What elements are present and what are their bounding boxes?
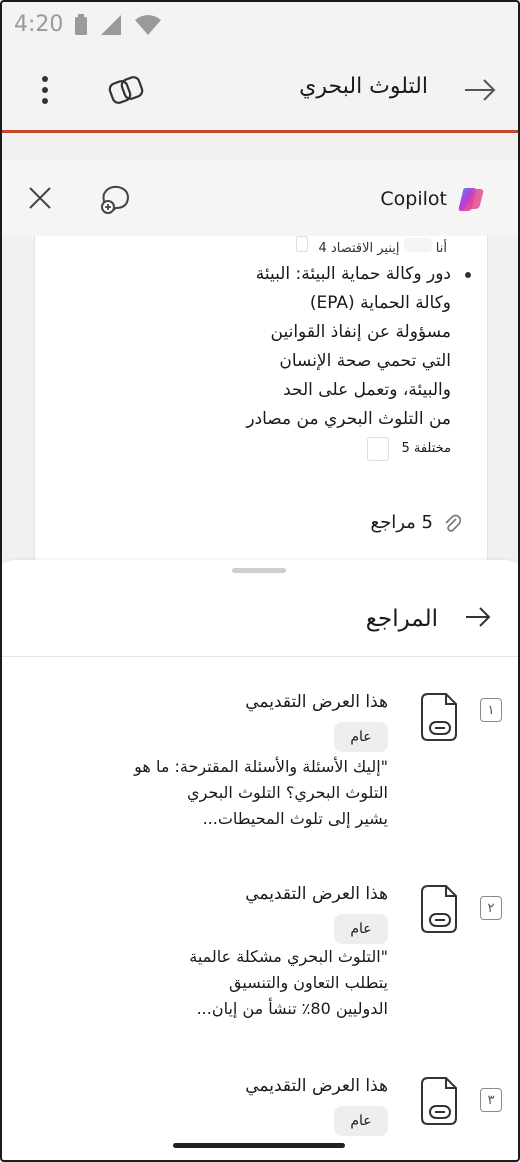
- close-icon: [29, 187, 51, 209]
- bullet-item: دور وكالة حماية البيئة: البيئة وكالة الح…: [191, 260, 471, 464]
- sensitivity-badge: عام: [334, 914, 388, 944]
- status-bar: 4:20: [0, 0, 520, 52]
- copilot-outline-icon: [108, 76, 144, 104]
- sensitivity-badge: عام: [334, 1106, 388, 1136]
- new-chat-icon: [101, 185, 130, 214]
- citation-chip[interactable]: [367, 436, 390, 461]
- snippet-line: التلوث البحري؟ التلوث البحري: [187, 783, 388, 802]
- redacted-block: [403, 238, 432, 252]
- drag-handle[interactable]: [232, 568, 286, 573]
- copilot-label: Copilot: [380, 188, 447, 210]
- bullet-line: دور وكالة حماية البيئة: البيئة: [255, 264, 451, 284]
- copilot-response-card: أنا إينير الاقتصاد 4 دور وكالة حماية الب…: [34, 236, 488, 566]
- partial-text: إينير الاقتصاد 4: [318, 241, 400, 256]
- bullet-dot: [465, 272, 471, 278]
- copilot-brand: Copilot: [380, 186, 485, 212]
- more-vertical-icon: [42, 76, 48, 104]
- reference-item[interactable]: ٢ هذا العرض التقديمي عام "التلوث البحري …: [0, 884, 520, 1034]
- partial-prefix: أنا: [435, 241, 447, 256]
- snippet-line: يشير إلى تلوث المحيطات...: [202, 809, 388, 828]
- reference-title: هذا العرض التقديمي: [245, 1076, 388, 1096]
- back-button[interactable]: [460, 72, 500, 108]
- home-indicator[interactable]: [173, 1143, 345, 1148]
- document-link-icon: [418, 1076, 460, 1132]
- bullet-line: وكالة الحماية (EPA): [309, 293, 451, 313]
- reference-item[interactable]: ٣ هذا العرض التقديمي عام: [0, 1076, 520, 1146]
- citation-chip[interactable]: [296, 236, 309, 252]
- reference-snippet: "التلوث البحري مشكلة عالمية يتطلب التعاو…: [68, 944, 388, 1022]
- bullet-line: والبيئة، وتعمل على الحد: [283, 380, 451, 400]
- document-link-icon: [418, 884, 460, 940]
- reference-title: هذا العرض التقديمي: [245, 884, 388, 904]
- sheet-title: المراجع: [365, 606, 438, 632]
- new-chat-button[interactable]: [96, 180, 134, 218]
- divider: [0, 656, 520, 657]
- copilot-logo-icon: [458, 188, 484, 211]
- bullet-last: مختلفة 5: [401, 441, 451, 456]
- document-title: التلوث البحري: [299, 74, 428, 99]
- snippet-line: يتطلب التعاون والتنسيق: [229, 973, 388, 992]
- snippet-line: الدوليين 80٪ تنشأ من إيان...: [196, 999, 388, 1018]
- paperclip-icon: [445, 514, 461, 532]
- snippet-line: "إليك الأسئلة والأسئلة المقترحة: ما هو: [134, 757, 388, 776]
- signal-icon: [100, 14, 122, 40]
- partial-line: أنا إينير الاقتصاد 4: [296, 236, 447, 256]
- arrow-right-icon: [466, 607, 491, 627]
- reference-item[interactable]: ١ هذا العرض التقديمي عام "إليك الأسئلة و…: [0, 692, 520, 862]
- sensitivity-badge: عام: [334, 722, 388, 752]
- copilot-app-button[interactable]: [104, 68, 148, 112]
- sheet-back-button[interactable]: [460, 602, 496, 632]
- status-icons: [74, 14, 162, 40]
- arrow-right-icon: [465, 79, 496, 101]
- reference-number: ٣: [480, 1088, 502, 1112]
- status-time: 4:20: [14, 12, 64, 37]
- reference-snippet: "إليك الأسئلة والأسئلة المقترحة: ما هو ا…: [68, 754, 388, 832]
- references-count: 5 مراجع: [370, 512, 433, 533]
- reference-title: هذا العرض التقديمي: [245, 692, 388, 712]
- app-bar: التلوث البحري: [0, 52, 520, 133]
- copilot-header: Copilot: [0, 160, 520, 236]
- document-link-icon: [418, 692, 460, 748]
- reference-number: ١: [480, 698, 502, 722]
- battery-icon: [74, 14, 88, 40]
- close-button[interactable]: [24, 182, 56, 214]
- bullet-line: من التلوث البحري من مصادر: [246, 409, 451, 429]
- reference-number: ٢: [480, 896, 502, 920]
- snippet-line: "التلوث البحري مشكلة عالمية: [189, 947, 388, 966]
- bullet-line: مسؤولة عن إنفاذ القوانين: [270, 322, 451, 342]
- more-options-button[interactable]: [30, 70, 60, 110]
- bullet-line: التي تحمي صحة الإنسان: [279, 351, 451, 371]
- wifi-icon: [134, 14, 162, 40]
- references-toggle[interactable]: 5 مراجع: [371, 512, 461, 533]
